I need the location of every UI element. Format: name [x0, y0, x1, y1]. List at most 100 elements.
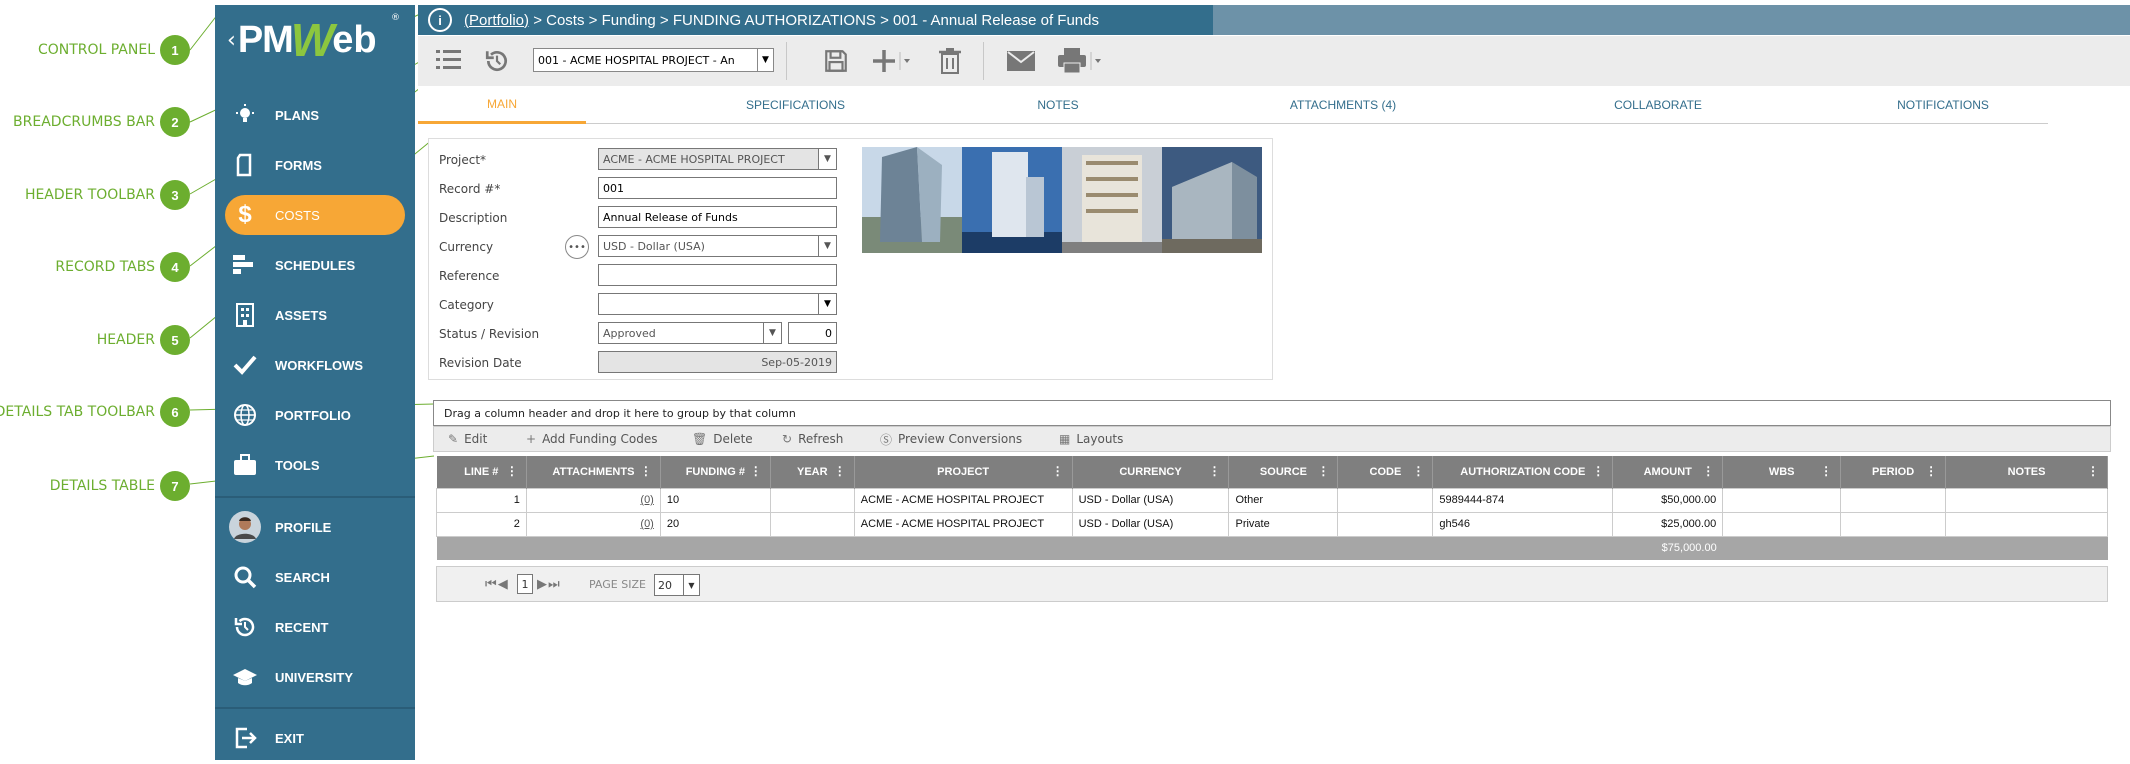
history-icon[interactable]	[484, 48, 510, 78]
table-row[interactable]: 2 (0) 20 ACME - ACME HOSPITAL PROJECT US…	[436, 511, 2108, 537]
status-select[interactable]: Approved ▼	[598, 322, 782, 344]
print-icon[interactable]	[1058, 48, 1104, 78]
collapse-chevron-icon[interactable]: ‹	[227, 28, 236, 53]
record-selector[interactable]: 001 - ACME HOSPITAL PROJECT - An ▼	[533, 48, 774, 72]
page-size-label: PAGE SIZE	[589, 578, 646, 591]
tab-collaborate[interactable]: COLLABORATE	[1533, 86, 1783, 124]
add-funding-codes-button[interactable]: + Add Funding Codes	[526, 427, 658, 451]
save-icon[interactable]	[823, 48, 849, 78]
revision-field[interactable]: 0	[788, 322, 837, 344]
sidebar-item-label: UNIVERSITY	[275, 669, 354, 685]
breadcrumb-portfolio-link[interactable]: (Portfolio)	[464, 12, 529, 29]
sidebar-item-exit[interactable]: EXIT	[225, 718, 405, 758]
col-header[interactable]: AUTHORIZATION CODE ⋮	[1432, 456, 1614, 488]
kebab-icon[interactable]: ⋮	[1052, 464, 1064, 478]
sidebar-item-forms[interactable]: FORMS	[225, 145, 405, 185]
page-size-select[interactable]: 20 ▼	[654, 574, 700, 596]
project-select[interactable]: ACME - ACME HOSPITAL PROJECT ▼	[598, 148, 837, 170]
tab-notes[interactable]: NOTES	[968, 86, 1148, 124]
building-photo	[1162, 147, 1262, 253]
col-header-label: AMOUNT	[1643, 465, 1692, 478]
trash-icon: 🗑	[692, 432, 708, 446]
cell-notes	[1945, 487, 2108, 513]
col-header[interactable]: WBS ⋮	[1722, 456, 1842, 488]
refresh-button[interactable]: ↻ Refresh	[782, 427, 843, 451]
delete-button[interactable]: 🗑 Delete	[692, 427, 753, 451]
sidebar-item-search[interactable]: SEARCH	[225, 557, 405, 597]
kebab-icon[interactable]: ⋮	[2087, 464, 2099, 478]
record-number-field[interactable]: 001	[598, 177, 837, 199]
chevron-down-icon[interactable]: ▼	[683, 575, 699, 595]
status-value: Approved	[603, 326, 656, 340]
kebab-icon[interactable]: ⋮	[1412, 464, 1424, 478]
pager-first-prev-icons[interactable]: ⏮◀	[485, 577, 509, 592]
sidebar-item-assets[interactable]: ASSETS	[225, 295, 405, 335]
col-header[interactable]: CURRENCY ⋮	[1072, 456, 1230, 488]
sidebar-item-workflows[interactable]: WORKFLOWS	[225, 345, 405, 385]
kebab-icon[interactable]: ⋮	[750, 464, 762, 478]
reference-field[interactable]	[598, 264, 837, 286]
sidebar-item-label: ASSETS	[275, 307, 328, 323]
col-header[interactable]: PROJECT ⋮	[854, 456, 1073, 488]
kebab-icon[interactable]: ⋮	[1702, 464, 1714, 478]
kebab-icon[interactable]: ⋮	[1208, 464, 1220, 478]
currency-options-button[interactable]: •••	[565, 235, 589, 259]
info-icon[interactable]: i	[428, 8, 452, 32]
record-header: Project* ACME - ACME HOSPITAL PROJECT ▼ …	[428, 138, 1273, 380]
email-icon[interactable]	[1006, 50, 1036, 76]
pager-next-last-icons[interactable]: ▶⏭	[537, 577, 561, 592]
sidebar-item-university[interactable]: UNIVERSITY	[225, 657, 405, 697]
sidebar-item-costs[interactable]: $ COSTS	[225, 195, 405, 235]
sidebar-item-tools[interactable]: TOOLS	[225, 445, 405, 485]
pmweb-logo[interactable]: ‹ PM W eb ®	[215, 5, 415, 75]
kebab-icon[interactable]: ⋮	[1925, 464, 1937, 478]
tab-notifications[interactable]: NOTIFICATIONS	[1838, 86, 2048, 124]
tab-attachments[interactable]: ATTACHMENTS (4)	[1218, 86, 1468, 124]
cell-source: Private	[1228, 511, 1339, 537]
col-header[interactable]: LINE # ⋮	[436, 456, 527, 488]
chevron-down-icon[interactable]: ▼	[757, 49, 773, 71]
sidebar-item-label: PROFILE	[275, 519, 332, 535]
sidebar-item-portfolio[interactable]: PORTFOLIO	[225, 395, 405, 435]
kebab-icon[interactable]: ⋮	[1820, 464, 1832, 478]
sidebar-item-recent[interactable]: RECENT	[225, 607, 405, 647]
edit-button[interactable]: ✎ Edit	[448, 427, 487, 451]
col-header[interactable]: CODE ⋮	[1337, 456, 1434, 488]
category-select[interactable]: ▼	[598, 293, 837, 315]
chevron-down-icon[interactable]: ▼	[818, 294, 836, 314]
cell-attachments-link[interactable]: (0)	[525, 511, 661, 537]
col-header[interactable]: SOURCE ⋮	[1228, 456, 1339, 488]
pager-current-page[interactable]: 1	[517, 574, 533, 594]
layouts-button[interactable]: ▦ Layouts	[1059, 427, 1123, 451]
kebab-icon[interactable]: ⋮	[640, 464, 652, 478]
sidebar-item-schedules[interactable]: SCHEDULES	[225, 245, 405, 285]
list-icon[interactable]	[436, 48, 462, 76]
kebab-icon[interactable]: ⋮	[834, 464, 846, 478]
delete-icon[interactable]	[938, 48, 962, 78]
kebab-icon[interactable]: ⋮	[1317, 464, 1329, 478]
table-row[interactable]: 1 (0) 10 ACME - ACME HOSPITAL PROJECT US…	[436, 487, 2108, 513]
chevron-down-icon[interactable]: ▼	[818, 149, 836, 169]
group-by-area[interactable]: Drag a column header and drop it here to…	[433, 400, 2111, 426]
cell-attachments-link[interactable]: (0)	[525, 487, 661, 513]
logo-text-eb: eb	[332, 18, 377, 61]
col-header[interactable]: PERIOD ⋮	[1840, 456, 1947, 488]
chevron-down-icon[interactable]: ▼	[818, 236, 836, 256]
kebab-icon[interactable]: ⋮	[506, 464, 518, 478]
tab-main[interactable]: MAIN	[418, 86, 586, 124]
add-icon[interactable]	[872, 48, 912, 78]
col-header[interactable]: YEAR ⋮	[770, 456, 855, 488]
preview-conversions-button[interactable]: Ⓢ Preview Conversions	[880, 427, 1022, 451]
tab-specifications[interactable]: SPECIFICATIONS	[668, 86, 923, 124]
description-field[interactable]: Annual Release of Funds	[598, 206, 837, 228]
kebab-icon[interactable]: ⋮	[1592, 464, 1604, 478]
col-header-label: CODE	[1369, 465, 1402, 478]
col-header[interactable]: ATTACHMENTS ⋮	[526, 456, 661, 488]
currency-select[interactable]: USD - Dollar (USA) ▼	[598, 235, 837, 257]
chevron-down-icon[interactable]: ▼	[763, 323, 781, 343]
sidebar-item-profile[interactable]: PROFILE	[225, 507, 405, 547]
col-header[interactable]: NOTES ⋮	[1945, 456, 2108, 488]
col-header[interactable]: FUNDING # ⋮	[660, 456, 771, 488]
sidebar-item-plans[interactable]: PLANS	[225, 95, 405, 135]
col-header[interactable]: AMOUNT ⋮	[1612, 456, 1724, 488]
